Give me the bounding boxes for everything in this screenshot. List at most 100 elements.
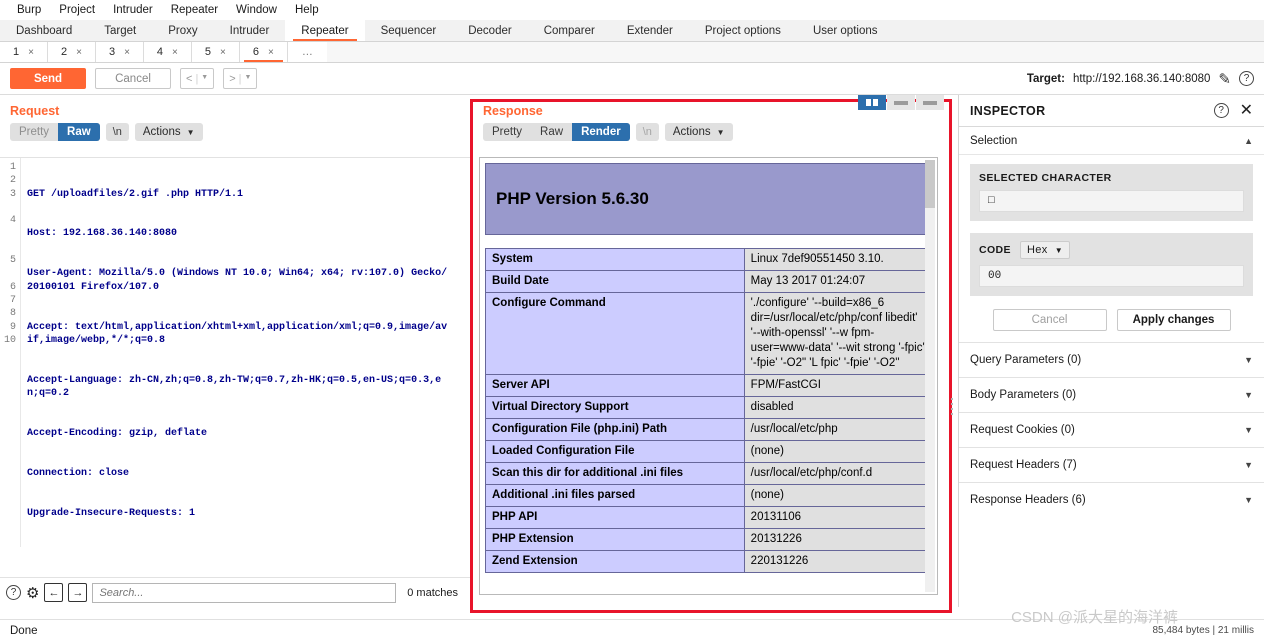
repeater-tab-4[interactable]: 4 ×	[143, 42, 192, 62]
inspector-selection-section-header[interactable]: Selection ▲	[959, 127, 1264, 155]
tab-comparer[interactable]: Comparer	[528, 20, 611, 41]
tab-target[interactable]: Target	[88, 20, 152, 41]
request-actions-label: Actions	[142, 126, 181, 138]
close-icon[interactable]: ×	[28, 47, 34, 58]
inspector-section-body-parameters[interactable]: Body Parameters (0) ▼	[959, 377, 1264, 412]
response-render-view[interactable]: PHP Version 5.6.30 System Linux 7def9055…	[479, 157, 938, 595]
table-cell-value: 20131226	[743, 528, 933, 551]
code-format-select[interactable]: Hex ▼	[1019, 241, 1071, 259]
search-prev-button[interactable]: ←	[44, 583, 64, 602]
selected-character-value[interactable]: □	[979, 190, 1244, 212]
close-icon[interactable]: ×	[172, 47, 178, 58]
response-actions-button[interactable]: Actions ▼	[664, 123, 733, 141]
cancel-button[interactable]: Cancel	[95, 68, 171, 89]
chevron-down-icon[interactable]: ▼	[201, 74, 208, 81]
inspector-apply-changes-button[interactable]: Apply changes	[1116, 309, 1231, 331]
request-line: Upgrade-Insecure-Requests: 1	[27, 507, 196, 519]
tab-dashboard[interactable]: Dashboard	[0, 20, 88, 41]
chevron-down-icon[interactable]: ▼	[1244, 425, 1253, 435]
inspector-section-query-parameters[interactable]: Query Parameters (0) ▼	[959, 342, 1264, 377]
response-raw-button[interactable]: Raw	[531, 123, 572, 141]
repeater-tab-6[interactable]: 6 ×	[239, 42, 288, 62]
close-icon[interactable]: ×	[76, 47, 82, 58]
layout-horizontal-split-icon[interactable]	[887, 95, 915, 110]
repeater-tab-3[interactable]: 3 ×	[95, 42, 144, 62]
chevron-up-icon[interactable]: ▲	[1244, 136, 1253, 146]
section-label: Response Headers (6)	[970, 494, 1086, 506]
panels-region: Request Pretty Raw \n Actions ▼ 1 2 3 4 …	[0, 95, 1264, 613]
layout-vertical-split-icon[interactable]	[858, 95, 886, 110]
response-scrollbar[interactable]	[925, 160, 935, 592]
tab-extender[interactable]: Extender	[611, 20, 689, 41]
line-number: 2	[9, 175, 16, 187]
inspector-section-response-headers[interactable]: Response Headers (6) ▼	[959, 482, 1264, 517]
gear-icon[interactable]: ⚙	[26, 584, 39, 602]
response-view-controls: Pretty Raw Render \n Actions ▼	[470, 123, 958, 147]
response-newline-button[interactable]: \n	[635, 123, 659, 141]
help-icon[interactable]: ?	[1239, 71, 1254, 86]
table-cell-key: Scan this dir for additional .ini files	[485, 462, 745, 485]
inspector-title: INSPECTOR	[970, 103, 1046, 118]
request-newline-button[interactable]: \n	[105, 123, 129, 141]
response-render-button[interactable]: Render	[572, 123, 630, 141]
pane-resize-grip[interactable]	[949, 395, 954, 417]
request-pretty-button[interactable]: Pretty	[10, 123, 58, 141]
chevron-down-icon[interactable]: ▼	[1244, 355, 1253, 365]
request-raw-button[interactable]: Raw	[58, 123, 100, 141]
menu-item-help[interactable]: Help	[286, 2, 328, 18]
table-row: Configure Command './configure' '--build…	[485, 292, 933, 375]
help-icon[interactable]: ?	[1213, 103, 1229, 118]
tab-project-options[interactable]: Project options	[689, 20, 797, 41]
code-value-input[interactable]: 00	[979, 265, 1244, 287]
tab-user-options[interactable]: User options	[797, 20, 894, 41]
tab-sequencer[interactable]: Sequencer	[365, 20, 453, 41]
chevron-down-icon[interactable]: ▼	[1244, 460, 1253, 470]
chevron-down-icon[interactable]: ▼	[1244, 495, 1253, 505]
tab-proxy[interactable]: Proxy	[152, 20, 213, 41]
search-input[interactable]	[92, 582, 397, 603]
section-label: Request Headers (7)	[970, 459, 1077, 471]
menu-item-repeater[interactable]: Repeater	[162, 2, 227, 18]
inspector-cancel-button[interactable]: Cancel	[992, 309, 1107, 331]
repeater-tab-5[interactable]: 5 ×	[191, 42, 240, 62]
response-pretty-button[interactable]: Pretty	[483, 123, 531, 141]
request-text[interactable]: GET /uploadfiles/2.gif .php HTTP/1.1 Hos…	[20, 158, 450, 547]
chevron-down-icon[interactable]: ▼	[245, 74, 252, 81]
menu-item-project[interactable]: Project	[50, 2, 104, 18]
next-request-button[interactable]: > | ▼	[223, 68, 258, 89]
request-actions-button[interactable]: Actions ▼	[134, 123, 203, 141]
close-icon[interactable]: ×	[124, 47, 130, 58]
repeater-tab-1-label: 1	[13, 46, 20, 58]
tab-repeater[interactable]: Repeater	[285, 20, 365, 41]
close-icon[interactable]: ×	[220, 47, 226, 58]
phpinfo-page: PHP Version 5.6.30 System Linux 7def9055…	[480, 163, 937, 573]
chevron-down-icon[interactable]: ▼	[1244, 390, 1253, 400]
response-format-group: Pretty Raw Render	[483, 123, 630, 141]
menu-item-window[interactable]: Window	[227, 2, 286, 18]
table-row: Zend Extension 220131226	[485, 550, 933, 573]
send-button[interactable]: Send	[10, 68, 86, 89]
close-icon[interactable]: ×	[268, 47, 274, 58]
repeater-tab-overflow[interactable]: …	[287, 42, 327, 62]
tab-intruder[interactable]: Intruder	[214, 20, 286, 41]
request-line: Accept-Encoding: gzip, deflate	[27, 427, 208, 439]
search-next-button[interactable]: →	[68, 583, 88, 602]
prev-request-button[interactable]: < | ▼	[180, 68, 215, 89]
close-icon[interactable]: ✕	[1240, 102, 1253, 119]
code-format-value: Hex	[1026, 244, 1048, 256]
repeater-tab-2[interactable]: 2 ×	[47, 42, 96, 62]
table-cell-key: Build Date	[485, 270, 745, 293]
code-label: CODE	[979, 244, 1011, 256]
layout-tabbed-icon[interactable]	[916, 95, 944, 110]
scrollbar-thumb[interactable]	[925, 160, 935, 208]
repeater-tab-1[interactable]: 1 ×	[0, 42, 48, 62]
inspector-section-request-headers[interactable]: Request Headers (7) ▼	[959, 447, 1264, 482]
menu-item-intruder[interactable]: Intruder	[104, 2, 162, 18]
menu-item-burp[interactable]: Burp	[8, 2, 50, 18]
inspector-section-request-cookies[interactable]: Request Cookies (0) ▼	[959, 412, 1264, 447]
request-editor[interactable]: 1 2 3 4 5 6 7 8 9 10 GET /uploadfiles/2.…	[0, 157, 470, 571]
tab-decoder[interactable]: Decoder	[452, 20, 527, 41]
edit-pencil-icon[interactable]: ✎	[1218, 70, 1231, 88]
help-icon[interactable]: ?	[6, 585, 21, 600]
section-label: Query Parameters (0)	[970, 354, 1082, 366]
